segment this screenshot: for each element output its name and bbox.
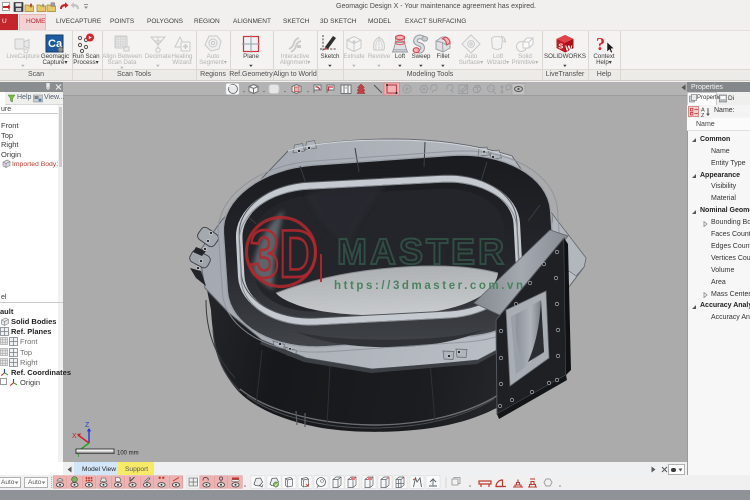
svg-text:W: W [565, 44, 573, 53]
svg-text:S: S [558, 42, 563, 51]
svg-text:Z: Z [85, 422, 90, 429]
svg-text:X: X [72, 433, 77, 440]
svg-text:?: ? [596, 34, 605, 54]
svg-text:Z: Z [701, 113, 705, 117]
svg-text:https://3dmaster.com.vn: https://3dmaster.com.vn [334, 280, 525, 292]
svg-text:MASTER: MASTER [337, 231, 512, 272]
svg-text:3D: 3D [250, 216, 318, 292]
svg-text:100 mm: 100 mm [117, 451, 139, 457]
